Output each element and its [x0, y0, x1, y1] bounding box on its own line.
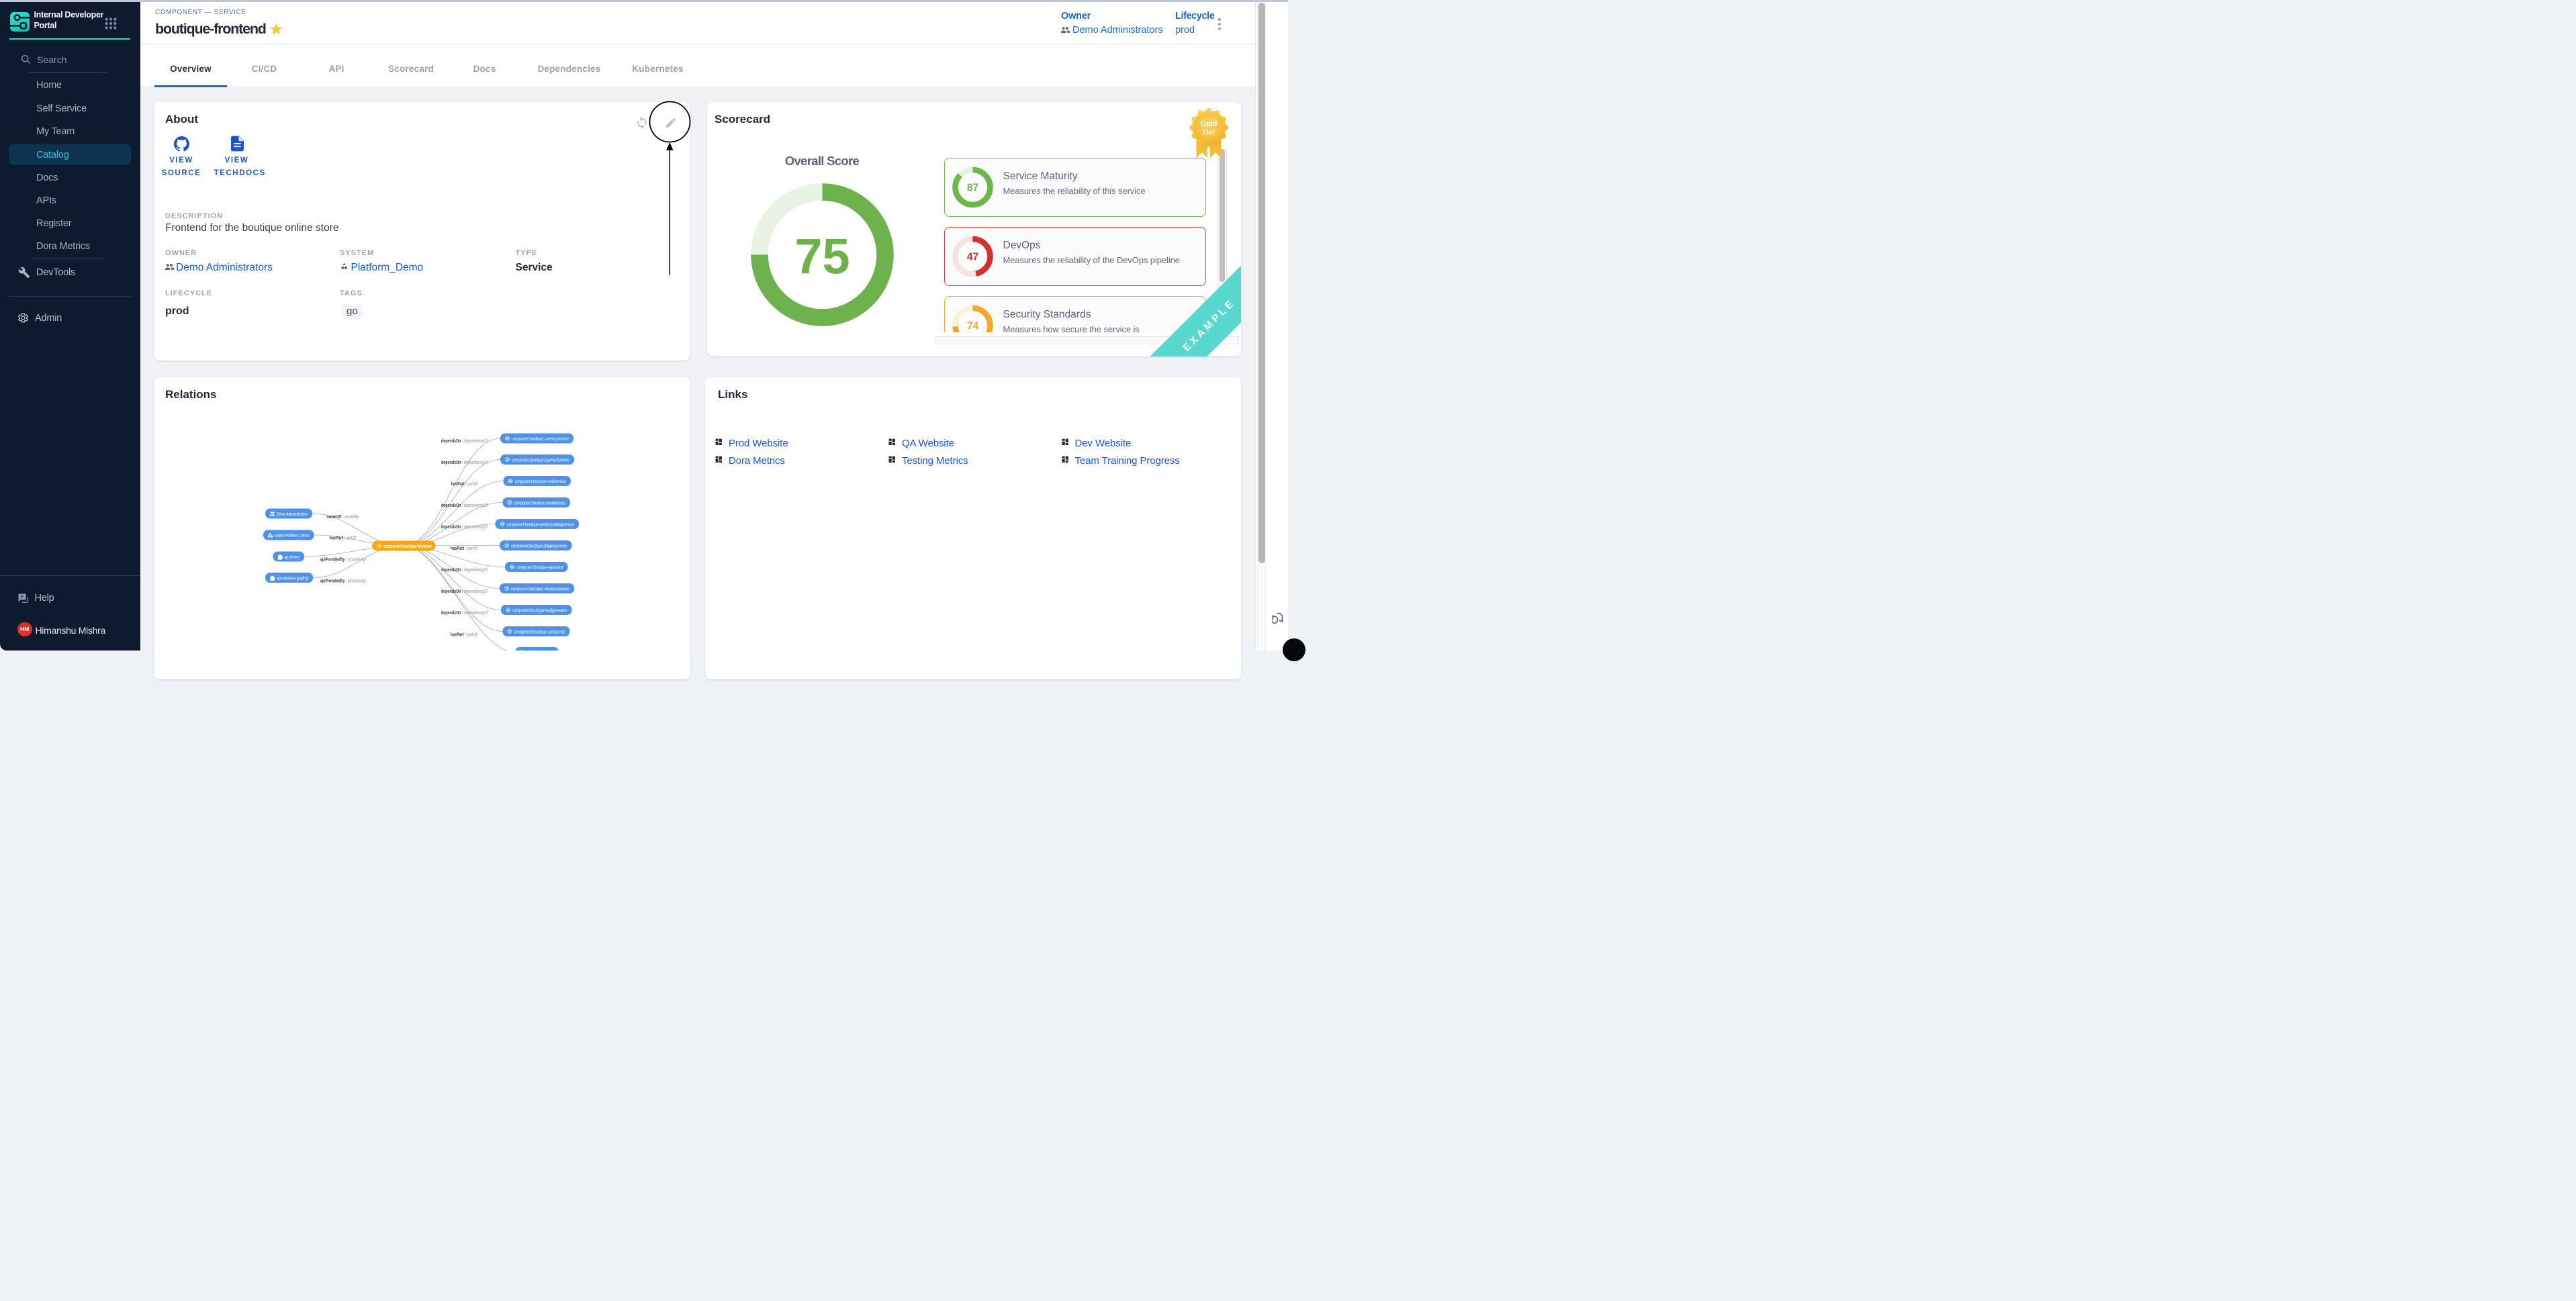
svg-text:component:boutique-frontend: component:boutique-frontend [526, 649, 554, 650]
svg-text:component:boutique-currencyser: component:boutique-currencyservice [512, 436, 569, 442]
svg-text:hasPart / partOf: hasPart / partOf [451, 632, 478, 638]
svg-text:75: 75 [794, 228, 849, 284]
svg-text:component:boutique-cartservice: component:boutique-cartservice [514, 628, 565, 634]
svg-text:component:boutique-paymentserv: component:boutique-paymentservice [512, 456, 569, 463]
svg-text:component:boutique-shippingser: component:boutique-shippingservice [511, 542, 567, 548]
svg-text:component:boutique-adservice: component:boutique-adservice [516, 564, 563, 570]
svg-text:Demo Administrators: Demo Administrators [277, 511, 308, 517]
svg-text:component:boutique-productcata: component:boutique-productcatalogservice [507, 521, 575, 527]
svg-text:dependsOn / dependencyOf: dependsOn / dependencyOf [441, 588, 488, 594]
svg-text:dependsOn / dependencyOf: dependsOn / dependencyOf [441, 567, 488, 573]
svg-text:api:starwars-graphql: api:starwars-graphql [277, 575, 308, 581]
svg-text:?: ? [20, 595, 23, 599]
svg-text:ownerOf / ownedBy: ownerOf / ownedBy [327, 514, 359, 520]
svg-text:dependsOn / dependencyOf: dependsOn / dependencyOf [441, 438, 488, 444]
svg-text:87: 87 [967, 183, 978, 194]
svg-text:hasPart / partOf: hasPart / partOf [451, 545, 478, 551]
svg-text:component:boutique-emailservic: component:boutique-emailservice [514, 499, 566, 505]
svg-text:component:boutique-checkoutser: component:boutique-checkoutservice [511, 585, 569, 591]
svg-text:api:petstore: api:petstore [285, 554, 300, 560]
svg-text:dependsOn / dependencyOf: dependsOn / dependencyOf [441, 502, 488, 508]
svg-text:Gold: Gold [1200, 120, 1217, 128]
svg-text:dependsOn / dependencyOf: dependsOn / dependencyOf [441, 524, 488, 530]
svg-text:apiProvidedBy / providesApi: apiProvidedBy / providesApi [320, 557, 366, 563]
svg-text:component:boutique-redisservic: component:boutique-redisservice [515, 478, 567, 484]
svg-text:Tier: Tier [1202, 129, 1216, 137]
svg-text:47: 47 [967, 252, 978, 263]
svg-text:dependsOn / dependencyOf: dependsOn / dependencyOf [441, 610, 488, 616]
svg-text:74: 74 [967, 321, 979, 332]
svg-text:system:Platform_Demo: system:Platform_Demo [275, 532, 310, 538]
svg-text:component:boutique-loadgenerat: component:boutique-loadgenerator [512, 607, 567, 613]
svg-text:dependsOn / dependencyOf: dependsOn / dependencyOf [441, 459, 488, 465]
svg-text:apiProvidedBy / providesApi: apiProvidedBy / providesApi [320, 578, 366, 584]
svg-text:hasPart / partOf: hasPart / partOf [330, 535, 357, 541]
svg-text:component:boutique-frontend: component:boutique-frontend [383, 543, 432, 549]
svg-text:hasPart / partOf: hasPart / partOf [451, 481, 479, 487]
